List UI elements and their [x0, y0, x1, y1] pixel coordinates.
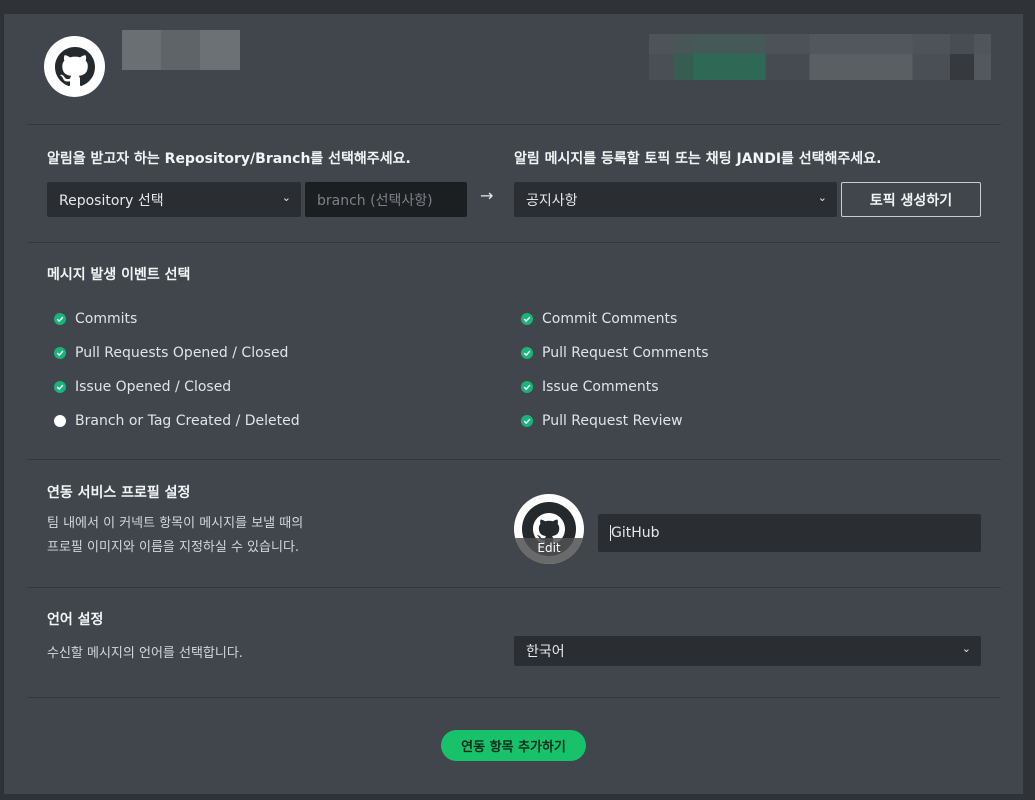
event-commits[interactable]: Commits: [54, 311, 137, 327]
event-commit-comments[interactable]: Commit Comments: [521, 311, 677, 327]
blurred-title: [122, 30, 240, 70]
divider: [27, 124, 1001, 125]
event-issue-comments[interactable]: Issue Comments: [521, 379, 659, 395]
event-label: Commits: [75, 311, 138, 327]
check-icon[interactable]: [521, 347, 533, 359]
profile-heading: 연동 서비스 프로필 설정: [47, 485, 191, 501]
blurred-info: [649, 34, 991, 80]
event-label: Issue Comments: [542, 379, 659, 395]
github-icon: [54, 46, 95, 86]
language-description: 수신할 메시지의 언어를 선택합니다.: [47, 646, 243, 661]
branch-input[interactable]: branch (선택사항): [305, 182, 467, 217]
check-icon[interactable]: [54, 347, 66, 359]
profile-description: 팀 내에서 이 커넥트 항목이 메시지를 보낼 때의 프로필 이미지와 이름을 …: [47, 512, 303, 560]
check-icon[interactable]: [521, 381, 533, 393]
chevron-down-icon: ⌄: [281, 191, 291, 204]
check-icon[interactable]: [54, 313, 66, 325]
radio-icon[interactable]: [54, 415, 66, 427]
event-label: Pull Request Review: [542, 413, 683, 429]
header: [4, 14, 1023, 124]
topic-heading: 알림 메시지를 등록할 토픽 또는 채팅 JANDI를 선택해주세요.: [514, 151, 882, 167]
event-pull-requests[interactable]: Pull Requests Opened / Closed: [54, 345, 288, 361]
github-logo: [44, 36, 105, 97]
profile-desc-line2: 프로필 이미지와 이름을 지정하실 수 있습니다.: [47, 540, 300, 555]
divider: [27, 587, 1001, 588]
topic-select[interactable]: 공지사항 ⌄: [514, 182, 837, 217]
profile-name-input[interactable]: GitHub: [598, 514, 981, 552]
divider: [27, 697, 1001, 698]
avatar-edit-label[interactable]: Edit: [514, 538, 584, 564]
events-heading: 메시지 발생 이벤트 선택: [47, 267, 191, 283]
profile-avatar[interactable]: Edit: [514, 494, 584, 564]
event-pr-comments[interactable]: Pull Request Comments: [521, 345, 709, 361]
event-label: Branch or Tag Created / Deleted: [75, 413, 300, 429]
check-icon[interactable]: [521, 415, 533, 427]
event-label: Commit Comments: [542, 311, 678, 327]
arrow-right-icon: →: [480, 186, 494, 205]
divider: [27, 459, 1001, 460]
event-pr-review[interactable]: Pull Request Review: [521, 413, 683, 429]
profile-desc-line1: 팀 내에서 이 커넥트 항목이 메시지를 보낼 때의: [47, 516, 304, 531]
event-branch-tag[interactable]: Branch or Tag Created / Deleted: [54, 413, 300, 429]
event-label: Pull Request Comments: [542, 345, 709, 361]
language-select[interactable]: 한국어 ⌄: [514, 636, 981, 666]
language-heading: 언어 설정: [47, 612, 104, 628]
profile-name-value: GitHub: [611, 525, 660, 541]
language-select-value: 한국어: [526, 644, 565, 660]
chevron-down-icon: ⌄: [817, 191, 827, 204]
repository-select-value: Repository 선택: [59, 192, 164, 209]
event-issues[interactable]: Issue Opened / Closed: [54, 379, 231, 395]
chevron-down-icon: ⌄: [961, 642, 971, 655]
event-label: Issue Opened / Closed: [75, 379, 232, 395]
integration-panel: 알림을 받고자 하는 Repository/Branch를 선택해주세요. 알림…: [3, 14, 1023, 794]
branch-input-placeholder: branch (선택사항): [317, 192, 433, 209]
check-icon[interactable]: [521, 313, 533, 325]
event-label: Pull Requests Opened / Closed: [75, 345, 289, 361]
divider: [27, 242, 1001, 243]
create-topic-button[interactable]: 토픽 생성하기: [841, 182, 981, 217]
repository-heading: 알림을 받고자 하는 Repository/Branch를 선택해주세요.: [47, 151, 411, 167]
repository-select[interactable]: Repository 선택 ⌄: [47, 182, 301, 217]
add-integration-button[interactable]: 연동 항목 추가하기: [441, 730, 586, 761]
check-icon[interactable]: [54, 381, 66, 393]
topic-select-value: 공지사항: [526, 192, 578, 209]
